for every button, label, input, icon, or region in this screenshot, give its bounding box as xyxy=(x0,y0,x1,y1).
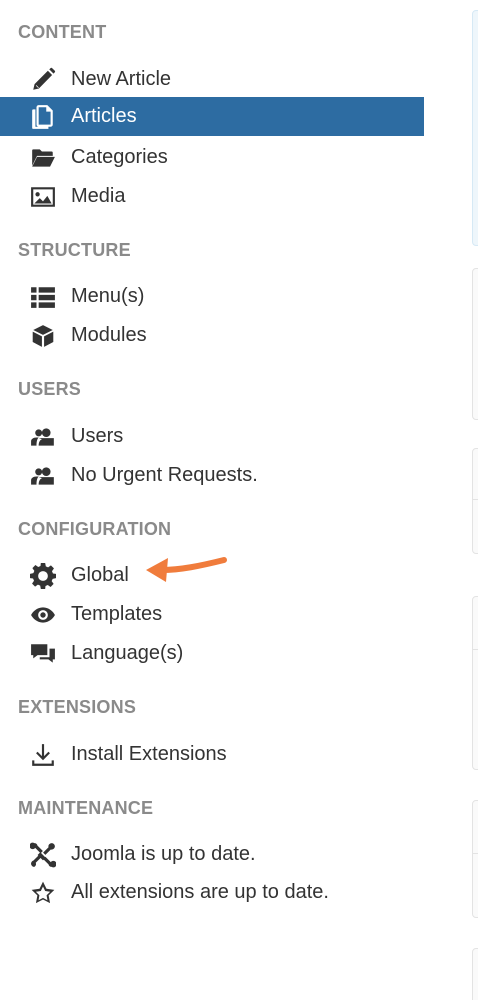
sidebar-item-label: Templates xyxy=(71,603,163,625)
cube-icon xyxy=(29,322,57,350)
sidebar-item-label: Joomla is up to date. xyxy=(71,843,256,865)
right-panel xyxy=(472,268,478,420)
sidebar-item-label: Users xyxy=(71,425,124,447)
right-panel xyxy=(472,800,478,918)
section-title-configuration: CONFIGURATION xyxy=(18,519,172,539)
pencil-icon xyxy=(29,66,57,94)
sidebar-item-label: Language(s) xyxy=(71,642,184,664)
image-icon xyxy=(29,183,57,211)
sidebar-item-joomla-status[interactable]: Joomla is up to date. xyxy=(0,835,424,874)
sidebar-item-label: Install Extensions xyxy=(71,743,227,765)
users-icon xyxy=(29,462,57,490)
sidebar-item-urgent-requests[interactable]: No Urgent Requests. xyxy=(0,456,424,495)
sidebar-item-languages[interactable]: Language(s) xyxy=(0,634,424,673)
sidebar-item-label: Menu(s) xyxy=(71,285,145,307)
sidebar-item-label: Global xyxy=(71,564,129,586)
comments-icon xyxy=(29,640,57,668)
sidebar-item-templates[interactable]: Templates xyxy=(0,595,424,634)
sidebar-item-users[interactable]: Users xyxy=(0,417,424,456)
right-panel-blue xyxy=(472,10,478,246)
sidebar-item-extensions-status[interactable]: All extensions are up to date. xyxy=(0,873,424,912)
cog-icon xyxy=(29,562,57,590)
star-icon xyxy=(29,879,57,907)
list-icon xyxy=(29,283,57,311)
right-panel xyxy=(472,448,478,554)
section-title-extensions: EXTENSIONS xyxy=(18,697,137,717)
sidebar-item-install-extensions[interactable]: Install Extensions xyxy=(0,735,424,774)
section-title-maintenance: MAINTENANCE xyxy=(18,798,154,818)
sidebar-item-label: Media xyxy=(71,185,126,207)
sidebar-item-label: No Urgent Requests. xyxy=(71,464,258,486)
sidebar-item-label: Categories xyxy=(71,146,168,168)
section-title-structure: STRUCTURE xyxy=(18,240,131,260)
joomla-icon xyxy=(29,841,57,869)
annotation-arrow xyxy=(146,557,227,582)
right-panel xyxy=(472,948,478,1000)
folder-open-icon xyxy=(29,144,57,172)
sidebar-item-new-article[interactable]: New Article xyxy=(0,60,424,99)
section-title-content: CONTENT xyxy=(18,22,107,42)
users-icon xyxy=(29,423,57,451)
right-panel xyxy=(472,596,478,770)
sidebar-item-modules[interactable]: Modules xyxy=(0,316,424,355)
section-title-users: USERS xyxy=(18,379,82,399)
sidebar-item-label: Articles xyxy=(71,105,137,127)
download-icon xyxy=(29,741,57,769)
sidebar-item-media[interactable]: Media xyxy=(0,177,424,216)
sidebar-item-label: All extensions are up to date. xyxy=(71,881,329,903)
sidebar-item-label: Modules xyxy=(71,324,147,346)
eye-icon xyxy=(29,601,57,629)
sidebar-item-menus[interactable]: Menu(s) xyxy=(0,277,424,316)
sidebar-item-categories[interactable]: Categories xyxy=(0,138,424,177)
sidebar-item-label: New Article xyxy=(71,68,172,90)
sidebar-item-articles[interactable]: Articles xyxy=(0,97,424,136)
copy-icon xyxy=(29,103,57,131)
sidebar-menu: CONTENT New Article Articles Categories … xyxy=(0,0,424,1000)
